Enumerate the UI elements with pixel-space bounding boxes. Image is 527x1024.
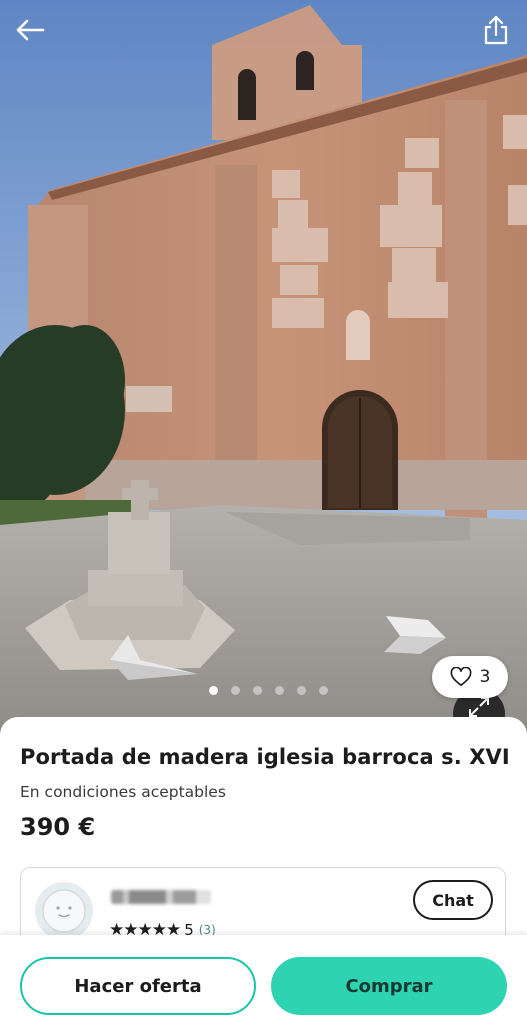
buy-button[interactable]: Comprar — [271, 957, 507, 1015]
pagination-dot-4[interactable] — [275, 686, 284, 695]
back-button[interactable] — [10, 10, 50, 50]
default-avatar-icon — [35, 882, 93, 940]
favorite-button[interactable]: 3 — [432, 656, 508, 698]
share-button[interactable] — [476, 10, 516, 50]
expand-icon — [469, 697, 489, 717]
chat-button[interactable]: Chat — [413, 880, 493, 920]
pagination-dot-1[interactable] — [209, 686, 218, 695]
arrow-left-icon — [16, 19, 45, 41]
bottom-action-bar: Hacer oferta Comprar — [0, 935, 527, 1024]
make-offer-button[interactable]: Hacer oferta — [20, 957, 256, 1015]
seller-name-blurred — [111, 890, 211, 904]
pagination-dot-3[interactable] — [253, 686, 262, 695]
pagination-dot-5[interactable] — [297, 686, 306, 695]
next-image-button[interactable] — [380, 614, 450, 658]
pagination-dot-2[interactable] — [231, 686, 240, 695]
favorite-count: 3 — [479, 667, 491, 687]
product-image-gallery[interactable]: 3 — [0, 0, 527, 735]
previous-image-button[interactable] — [100, 632, 200, 682]
chevron-left-icon — [110, 635, 198, 680]
heart-outline-icon — [450, 667, 471, 686]
pagination-dot-6[interactable] — [319, 686, 328, 695]
product-price: 390 € — [20, 813, 96, 841]
product-title: Portada de madera iglesia barroca s. XVI — [20, 745, 510, 769]
chevron-right-icon — [384, 616, 446, 654]
product-condition: En condiciones aceptables — [20, 783, 226, 801]
share-icon — [484, 15, 508, 45]
